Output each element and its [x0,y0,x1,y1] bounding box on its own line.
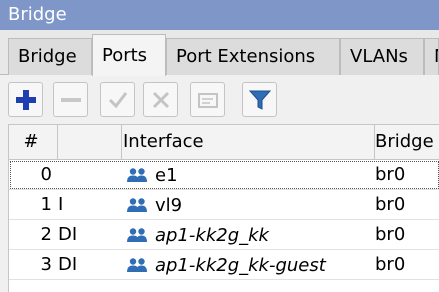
tab-bar: Bridge Ports Port Extensions VLANs M [0,30,439,76]
interface-name: vl9 [155,194,183,216]
table-row[interactable]: 3 DI ap1-kk2g_kk-guest br0 [9,250,439,280]
window-title-bar[interactable]: Bridge [0,0,439,30]
x-icon [152,91,169,108]
users-icon [127,258,147,272]
window-title: Bridge [8,4,67,25]
row-bridge: br0 [375,194,406,215]
column-header-number[interactable]: # [9,125,58,159]
row-number: 2 [40,224,52,245]
interface-name: ap1-kk2g_kk-guest [155,254,326,276]
header-label: # [23,131,39,152]
table-row[interactable]: 1 I vl9 br0 [9,190,439,220]
filter-button[interactable] [242,82,277,117]
tab-ports[interactable]: Ports [92,34,166,76]
tab-bridge[interactable]: Bridge [8,38,92,75]
table-header: # Interface Bridge [9,125,439,160]
tab-label: M [434,46,438,67]
header-label: Interface [123,131,204,152]
add-button[interactable] [8,82,43,117]
row-flags [58,160,118,190]
row-number: 3 [40,254,52,275]
tab-port-extensions[interactable]: Port Extensions [166,38,340,75]
tab-label: VLANs [350,46,408,67]
tab-label: Bridge [18,46,77,67]
enable-button[interactable] [100,82,135,117]
row-interface: ap1-kk2g_kk [122,220,372,250]
tab-label: Port Extensions [176,46,316,67]
users-icon [127,198,147,212]
row-interface: vl9 [122,190,372,220]
row-flags: DI [58,254,78,275]
minus-icon [60,97,81,102]
row-number: 1 [40,194,52,215]
header-label: Bridge [375,131,434,152]
tab-label: Ports [102,45,148,66]
row-bridge: br0 [375,224,406,245]
tab-more[interactable]: M [424,38,439,75]
interface-name: e1 [155,164,178,186]
toolbar [0,76,439,124]
table-row[interactable]: 0 e1 br0 [9,160,439,190]
comment-button[interactable] [190,82,225,117]
row-interface: e1 [122,160,372,190]
table-row[interactable]: 2 DI ap1-kk2g_kk br0 [9,220,439,250]
interface-name: ap1-kk2g_kk [155,224,269,246]
column-header-flags[interactable] [58,125,122,159]
plus-icon [15,89,36,110]
users-icon [127,168,147,182]
row-bridge: br0 [375,254,406,275]
row-flags: DI [58,224,78,245]
users-icon [127,228,147,242]
row-number: 0 [40,164,52,185]
comment-icon [197,92,218,108]
disable-button[interactable] [143,82,178,117]
tab-vlans[interactable]: VLANs [340,38,424,75]
row-bridge: br0 [375,164,406,185]
column-header-interface[interactable]: Interface [122,125,375,159]
check-icon [108,91,127,108]
column-header-bridge[interactable]: Bridge [375,125,439,159]
ports-table: # Interface Bridge 0 e1 br0 1 I vl9 br0 … [8,124,439,292]
filter-icon [248,90,271,110]
row-flags: I [58,194,64,215]
row-interface: ap1-kk2g_kk-guest [122,250,372,280]
remove-button[interactable] [53,82,88,117]
